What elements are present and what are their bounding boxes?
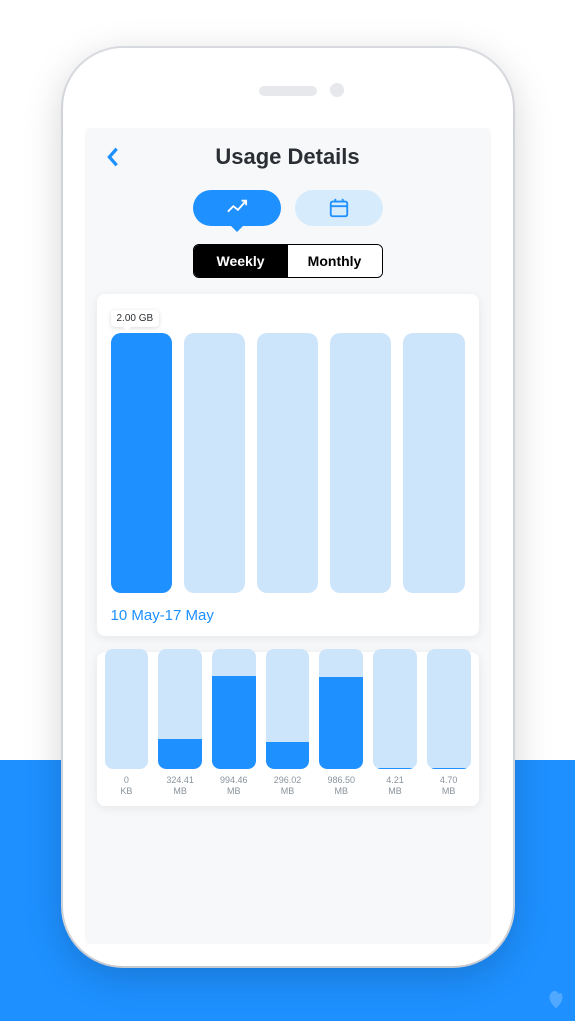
weekly-segment[interactable]: Weekly (194, 245, 288, 277)
calendar-tab[interactable] (295, 190, 383, 226)
weekly-bar[interactable] (184, 333, 245, 593)
weekly-bars (111, 333, 465, 593)
daily-bar[interactable] (427, 649, 471, 769)
daily-bar-label: 994.46 MB (220, 775, 248, 796)
weekly-bar[interactable] (330, 333, 391, 593)
daily-bar[interactable] (105, 649, 149, 769)
weekly-bar[interactable] (257, 333, 318, 593)
phone-frame: Usage Details Weekly Mont (63, 48, 513, 966)
daily-bar[interactable] (212, 649, 256, 769)
weekly-bar[interactable] (403, 333, 464, 593)
daily-bar-fill (427, 768, 471, 769)
chevron-left-icon (105, 146, 121, 168)
daily-bar-column: 986.50 MB (319, 649, 363, 796)
daily-bar[interactable] (373, 649, 417, 769)
trend-icon (226, 197, 248, 219)
watermark (543, 991, 569, 1017)
phone-speaker (259, 86, 317, 96)
weekly-chart-card: 2.00 GB 10 May-17 May (97, 294, 479, 636)
trend-tab[interactable] (193, 190, 281, 226)
daily-bar-fill (319, 677, 363, 769)
daily-bar[interactable] (319, 649, 363, 769)
page-title: Usage Details (215, 144, 359, 170)
daily-bar-fill (212, 676, 256, 770)
selected-bar-tooltip: 2.00 GB (111, 310, 160, 327)
view-mode-tabs (85, 190, 491, 226)
daily-bar-label: 0 KB (120, 775, 132, 796)
daily-bars: 0 KB 324.41 MB 994.46 MB 296.02 MB 986.50 MB… (105, 664, 471, 796)
daily-bar-label: 296.02 MB (274, 775, 302, 796)
phone-camera (330, 83, 344, 97)
back-button[interactable] (95, 139, 131, 175)
daily-bar[interactable] (158, 649, 202, 769)
daily-bar-fill (266, 742, 310, 770)
daily-bar[interactable] (266, 649, 310, 769)
daily-bar-fill (158, 739, 202, 769)
header: Usage Details (85, 128, 491, 186)
daily-bar-column: 324.41 MB (158, 649, 202, 796)
daily-bar-column: 994.46 MB (212, 649, 256, 796)
daily-bar-column: 4.21 MB (373, 649, 417, 796)
period-segment: Weekly Monthly (85, 244, 491, 278)
daily-bar-label: 324.41 MB (166, 775, 194, 796)
daily-bar-column: 4.70 MB (427, 649, 471, 796)
daily-bar-label: 986.50 MB (327, 775, 355, 796)
daily-bar-column: 296.02 MB (266, 649, 310, 796)
daily-bar-column: 0 KB (105, 649, 149, 796)
date-range-label: 10 May-17 May (111, 607, 465, 624)
daily-bar-fill (373, 768, 417, 769)
daily-bar-label: 4.70 MB (440, 775, 458, 796)
calendar-icon (328, 197, 350, 219)
monthly-segment[interactable]: Monthly (288, 245, 382, 277)
app-screen: Usage Details Weekly Mont (85, 128, 491, 944)
weekly-bar[interactable] (111, 333, 172, 593)
daily-bar-label: 4.21 MB (386, 775, 404, 796)
daily-chart-card: 0 KB 324.41 MB 994.46 MB 296.02 MB 986.50 MB… (97, 652, 479, 806)
